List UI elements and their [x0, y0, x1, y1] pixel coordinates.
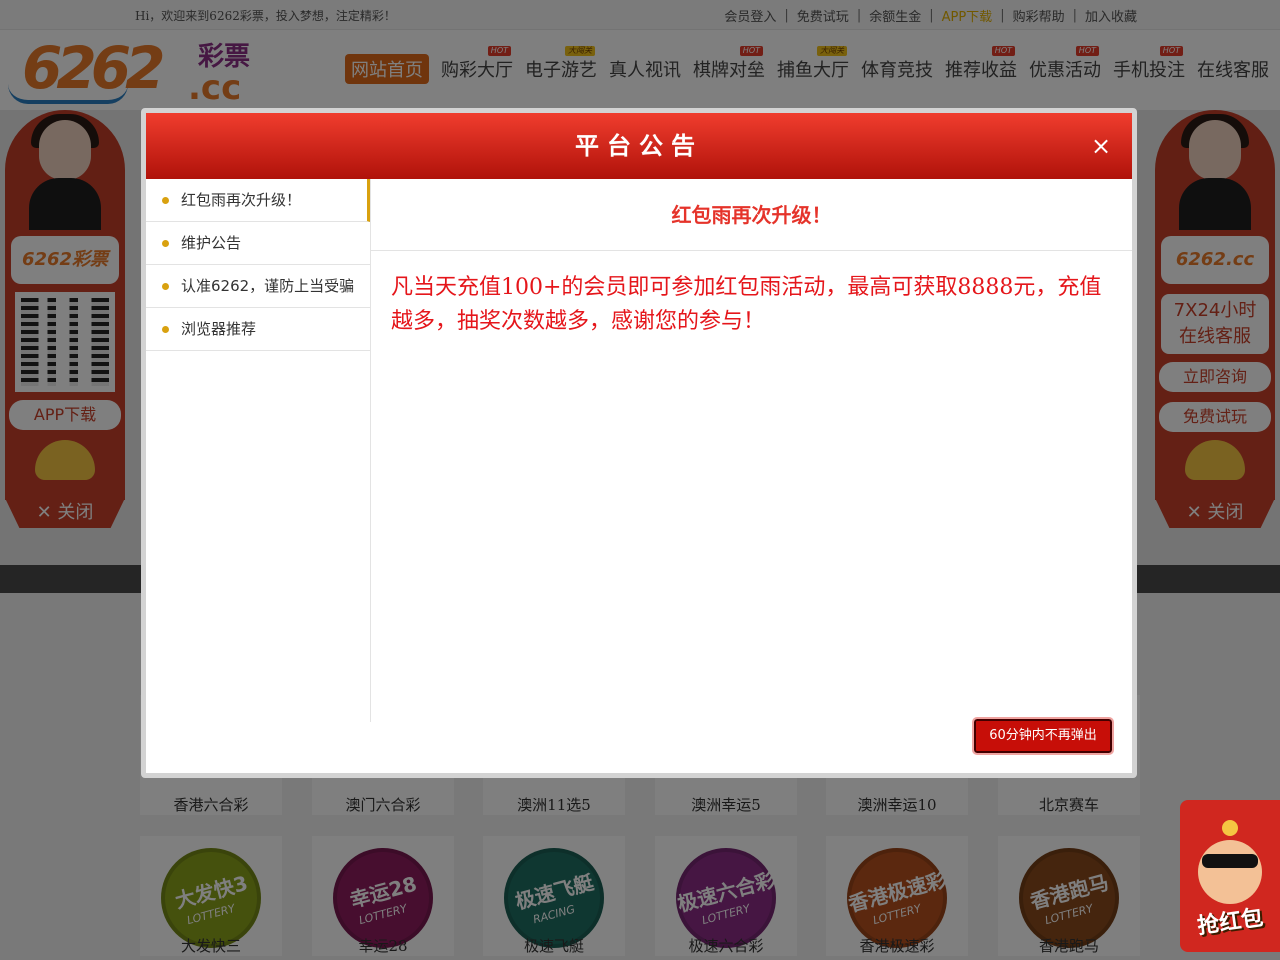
announcement-body: 凡当天充值100+的会员即可参加红包雨活动，最高可获取8888元，充值越多，抽奖…	[391, 275, 1102, 334]
announcement-item[interactable]: 维护公告	[146, 222, 370, 265]
red-envelope-label: 抢红包	[1195, 905, 1265, 940]
announcement-item[interactable]: 认准6262，谨防上当受骗	[146, 265, 370, 308]
announcement-item[interactable]: 红包雨再次升级！	[146, 179, 370, 222]
announcement-modal: 平台公告 × 红包雨再次升级！ 维护公告 认准6262，谨防上当受骗 浏览器推荐…	[141, 108, 1137, 778]
modal-header: 平台公告 ×	[146, 113, 1132, 179]
announcement-content: 红包雨再次升级！ 凡当天充值100+的会员即可参加红包雨活动，最高可获取8888…	[371, 179, 1132, 722]
mascot-icon	[1198, 840, 1262, 904]
coin-icon	[1222, 820, 1238, 836]
bullet-icon	[162, 283, 169, 290]
bullet-icon	[162, 197, 169, 204]
bullet-icon	[162, 240, 169, 247]
announcement-item[interactable]: 浏览器推荐	[146, 308, 370, 351]
modal-title: 平台公告	[575, 132, 703, 160]
bullet-icon	[162, 326, 169, 333]
dismiss-60min-button[interactable]: 60分钟内不再弹出	[972, 717, 1114, 755]
red-envelope-widget[interactable]: 抢红包	[1180, 800, 1280, 952]
close-icon[interactable]: ×	[1088, 133, 1114, 159]
announcement-list: 红包雨再次升级！ 维护公告 认准6262，谨防上当受骗 浏览器推荐	[146, 179, 371, 722]
modal-footer: 60分钟内不再弹出	[972, 717, 1114, 755]
announcement-title: 红包雨再次升级！	[371, 179, 1132, 251]
